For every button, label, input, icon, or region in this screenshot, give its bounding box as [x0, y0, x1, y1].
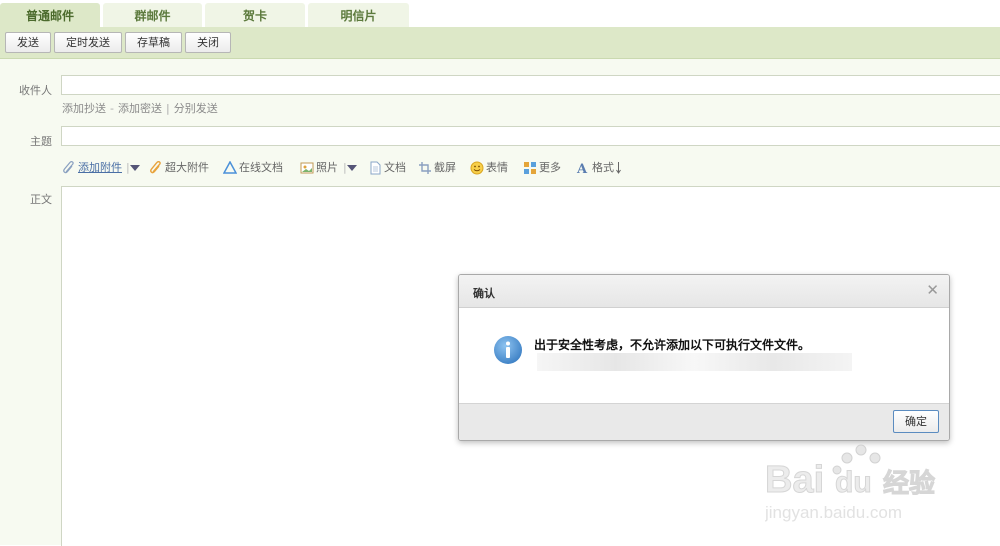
info-icon: [494, 336, 522, 364]
subject-input[interactable]: [61, 126, 1000, 146]
link-separator: |: [165, 102, 170, 115]
online-doc-button[interactable]: 在线文档: [223, 159, 293, 177]
compose-toolbar: 发送 定时发送 存草稿 关闭: [0, 27, 1000, 59]
tab-group-mail[interactable]: 群邮件: [103, 3, 202, 27]
dialog-footer: 确定: [459, 403, 949, 440]
link-separator: -: [110, 102, 114, 115]
add-cc-link[interactable]: 添加抄送: [62, 102, 106, 115]
confirm-ok-button[interactable]: 确定: [893, 410, 939, 433]
svg-text:du: du: [835, 466, 872, 499]
large-attachment-button[interactable]: 超大附件: [149, 159, 219, 177]
svg-text:Bai: Bai: [765, 459, 824, 501]
tab-normal-mail[interactable]: 普通邮件: [0, 3, 100, 27]
subject-label: 主题: [30, 135, 52, 148]
mail-type-tabs: 普通邮件 群邮件 贺卡 明信片: [0, 0, 1000, 27]
add-attachment-button[interactable]: 添加附件: [62, 159, 136, 177]
svg-text:jingyan.baidu.com: jingyan.baidu.com: [765, 503, 902, 522]
baidu-watermark-logo: Bai du 经验 jingyan.baidu.com: [765, 444, 936, 522]
paperclip-icon: [150, 161, 161, 174]
more-button[interactable]: 更多: [523, 159, 567, 177]
dialog-title: 确认: [473, 287, 495, 300]
tab-postcard[interactable]: 明信片: [308, 3, 409, 27]
photo-dropdown[interactable]: |: [343, 159, 357, 177]
recipient-input[interactable]: [61, 75, 1000, 95]
paperclip-icon: [63, 161, 74, 174]
format-button[interactable]: A 格式: [576, 159, 624, 177]
body-label: 正文: [30, 193, 52, 206]
scheduled-send-button[interactable]: 定时发送: [54, 32, 122, 53]
font-format-icon: A: [576, 162, 588, 175]
grid-icon: [524, 162, 536, 174]
send-button[interactable]: 发送: [5, 32, 51, 53]
svg-text:经验: 经验: [883, 468, 935, 499]
add-bcc-link[interactable]: 添加密送: [118, 102, 162, 115]
smiley-icon: [470, 161, 484, 175]
arrow-down-icon: [616, 162, 621, 174]
screenshot-button[interactable]: 截屏: [418, 159, 462, 177]
close-button[interactable]: 关闭: [185, 32, 231, 53]
confirm-dialog: 确认 ✕ 出于安全性考虑，不允许添加以下可执行文件文件。 确定: [458, 274, 950, 441]
save-draft-button[interactable]: 存草稿: [125, 32, 182, 53]
svg-text:A: A: [576, 162, 588, 175]
separate-send-link[interactable]: 分别发送: [174, 102, 218, 115]
chevron-down-icon: [347, 165, 357, 171]
cloud-doc-icon: [223, 161, 237, 174]
label-column: [0, 187, 61, 545]
screenshot-icon: [419, 162, 431, 174]
close-icon[interactable]: ✕: [926, 282, 939, 298]
tab-greeting-card[interactable]: 贺卡: [205, 3, 305, 27]
dialog-message: 出于安全性考虑，不允许添加以下可执行文件文件。: [534, 338, 811, 352]
chevron-down-icon: [130, 165, 140, 171]
document-icon: [370, 161, 381, 175]
photo-icon: [300, 162, 314, 174]
recipient-label: 收件人: [19, 84, 52, 97]
recipient-options: 添加抄送 - 添加密送 | 分别发送: [62, 100, 218, 116]
blurred-region: [537, 353, 852, 371]
attachment-dropdown[interactable]: |: [126, 159, 140, 177]
dialog-header: 确认 ✕: [459, 275, 949, 308]
document-button[interactable]: 文档: [368, 159, 412, 177]
photo-button[interactable]: 照片: [300, 159, 344, 177]
emoji-button[interactable]: 表情: [470, 159, 514, 177]
